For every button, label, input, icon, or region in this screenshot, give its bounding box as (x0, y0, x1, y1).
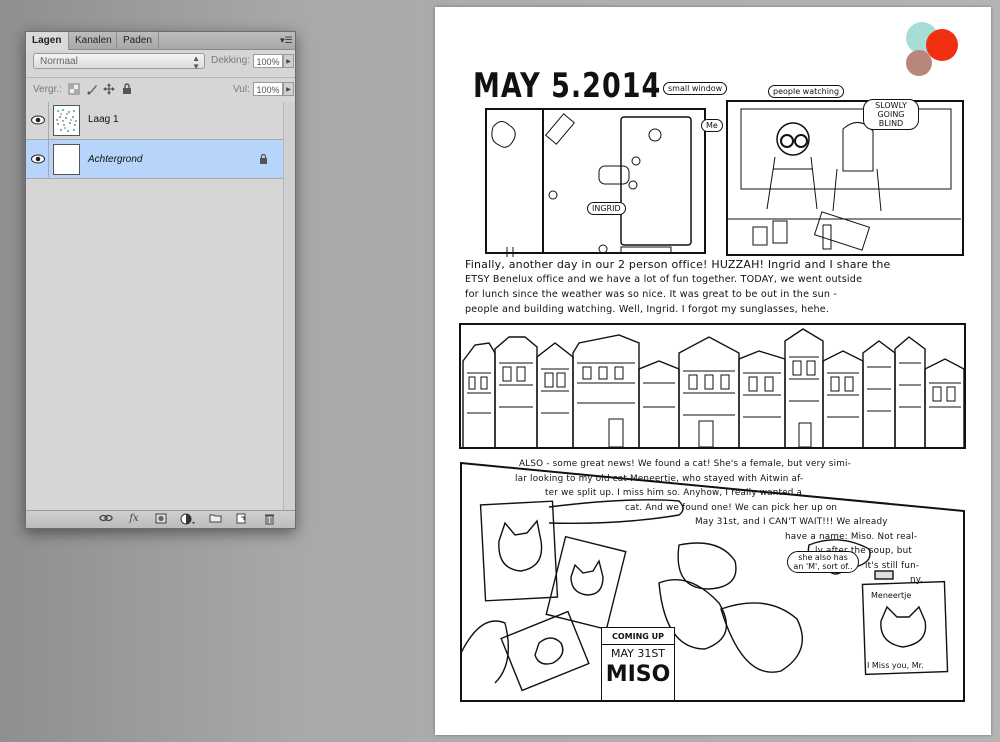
canal-houses-drawing (459, 323, 966, 449)
panel-menu-icon[interactable]: ▾☰ (280, 35, 293, 45)
layer-thumbnail (53, 144, 80, 175)
text-line: for lunch since the weather was so nice.… (465, 289, 838, 300)
blend-mode-value: Normaal (40, 56, 78, 67)
lock-all-icon[interactable] (121, 83, 133, 95)
bubble-she-has-m: she also has an 'M', sort of.. (787, 551, 859, 573)
folder-icon[interactable] (208, 513, 222, 525)
opacity-label: Dekking: (211, 55, 250, 66)
text-line: ly after the soup, but (815, 546, 913, 556)
lock-move-icon[interactable] (103, 83, 115, 95)
text-line: ter we split up. I miss him so. Anyhow, … (545, 488, 803, 498)
layer-row-laag-1[interactable]: Laag 1 (26, 102, 283, 140)
layer-name: Achtergrond (88, 154, 143, 165)
lock-label: Vergr.: (33, 84, 62, 95)
text-line: ETSY Benelux office and we have a lot of… (465, 274, 863, 285)
coming-up-label: COMING UP (611, 632, 664, 641)
select-arrows-icon: ▲ ▼ (192, 54, 200, 71)
coming-up-date: MAY 31ST (602, 644, 674, 660)
diary-paragraph-2: ALSO - some great news! We found a cat! … (515, 457, 955, 588)
text-line: ny. (910, 575, 923, 585)
text-line: have a name: Miso. Not real- (785, 531, 918, 542)
text-line: May 31st, and I CAN'T WAIT!!! We already (695, 517, 888, 527)
fx-icon[interactable]: fx (127, 513, 141, 525)
bubble-me: Me (701, 119, 723, 132)
lock-brush-icon[interactable] (86, 83, 98, 95)
eye-icon[interactable] (28, 102, 49, 139)
trash-icon[interactable] (262, 513, 276, 525)
fill-label: Vul: (233, 84, 250, 95)
people-watching-drawing (726, 100, 964, 256)
cat-name: MISO (605, 662, 671, 687)
text-line: lar looking to my old cat Meneertje, who… (515, 473, 804, 484)
tab-kanalen[interactable]: Kanalen (69, 32, 117, 49)
panel-bottom-bar: fx (26, 510, 295, 528)
text-line: ALSO - some great news! We found a cat! … (519, 459, 851, 469)
fill-dropdown-icon[interactable]: ▶ (283, 82, 294, 96)
fill-input[interactable]: 100% (253, 82, 283, 96)
color-dots-logo (906, 22, 958, 76)
opacity-input[interactable]: 100% (253, 54, 283, 68)
link-layers-icon[interactable] (99, 513, 113, 525)
diary-paragraph-1: Finally, another day in our 2 person off… (465, 257, 975, 317)
opacity-dropdown-icon[interactable]: ▶ (283, 54, 294, 68)
layer-lock-icon (260, 154, 267, 164)
lock-transparency-icon[interactable] (68, 83, 80, 95)
mask-icon[interactable] (154, 513, 168, 525)
layer-row-achtergrond[interactable]: Achtergrond (26, 140, 283, 179)
bubble-people-watching: people watching (768, 85, 845, 98)
document-canvas[interactable]: MAY 5.2014 small window Me INGRID people… (435, 7, 991, 735)
office-drawing (485, 108, 706, 257)
layer-thumbnail (53, 105, 80, 136)
miss-you-text: I Miss you, Mr. (867, 661, 924, 670)
eye-icon[interactable] (28, 140, 49, 177)
text-line: people and building watching. Well, Ingr… (465, 304, 830, 315)
adjustment-icon[interactable] (180, 513, 195, 525)
panel-tabs: Lagen Kanalen Paden ▾☰ (26, 32, 295, 50)
text-line: Finally, another day in our 2 person off… (465, 258, 891, 271)
tab-lagen[interactable]: Lagen (26, 32, 69, 50)
blend-mode-select[interactable]: Normaal ▲ ▼ (33, 53, 205, 71)
layers-panel: Lagen Kanalen Paden ▾☰ Normaal ▲ ▼ Dekkin… (25, 31, 296, 529)
bubble-slowly-blind: SLOWLY GOING BLIND (863, 99, 919, 130)
frame-label: Meneertje (871, 591, 912, 600)
layer-list-scrollbar[interactable] (283, 102, 295, 512)
coming-up-card: COMING UP MAY 31ST MISO (601, 627, 675, 701)
bubble-ingrid: INGRID (587, 202, 626, 215)
text-line: cat. And we found one! We can pick her u… (625, 502, 838, 513)
text-line: it's still fun- (865, 560, 920, 571)
bubble-small-window: small window (663, 82, 728, 95)
new-layer-icon[interactable] (234, 513, 248, 525)
layer-list: Laag 1 Achtergrond (26, 102, 283, 512)
layer-name: Laag 1 (88, 114, 119, 125)
tab-paden[interactable]: Paden (117, 32, 159, 49)
divider (26, 77, 295, 78)
